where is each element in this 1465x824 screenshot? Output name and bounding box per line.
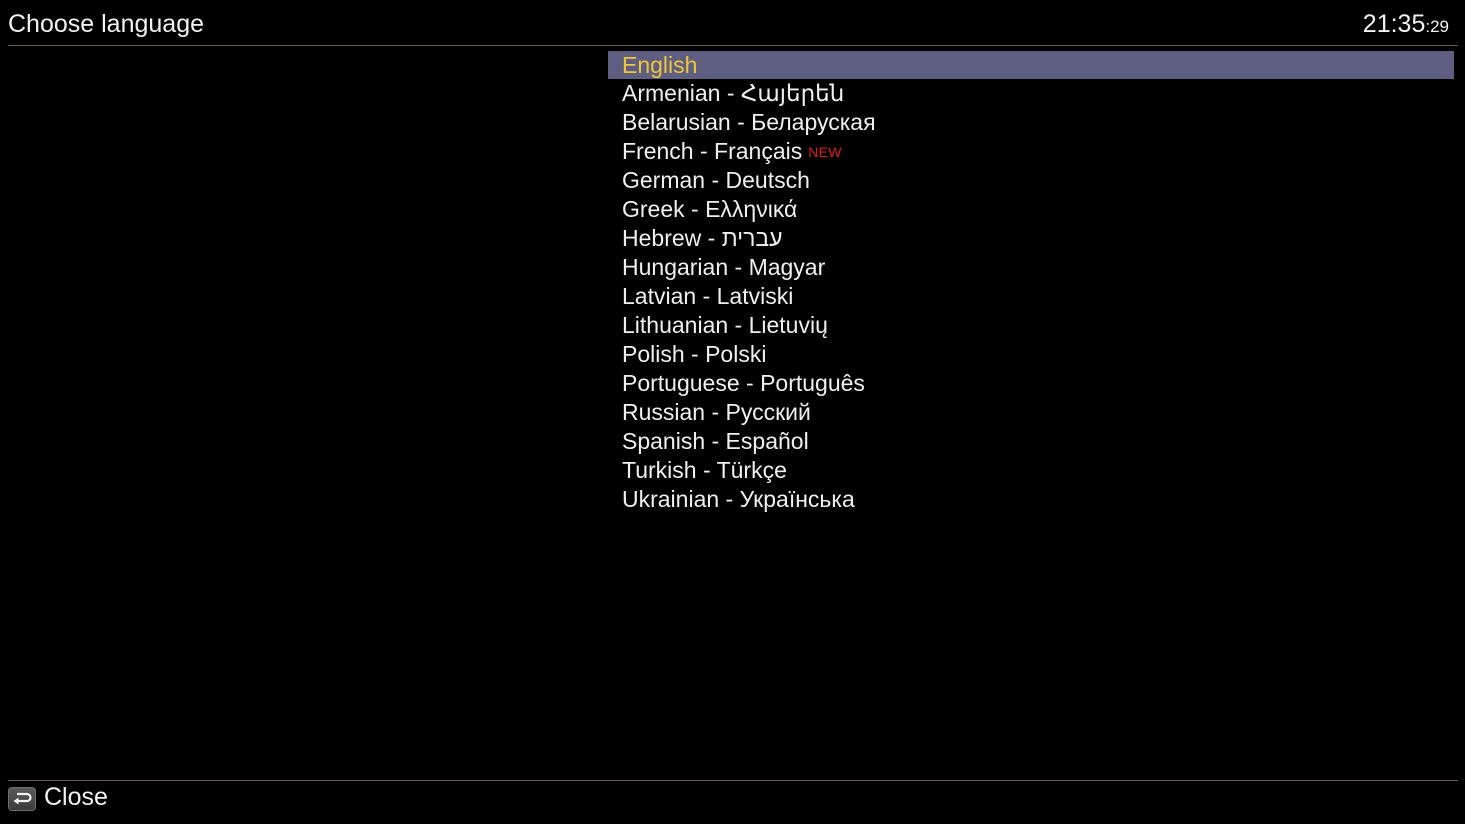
language-item-greek[interactable]: Greek - Ελληνικά: [608, 195, 1454, 224]
language-item-polish[interactable]: Polish - Polski: [608, 340, 1454, 369]
language-item-russian[interactable]: Russian - Русский: [608, 398, 1454, 427]
language-item-belarusian[interactable]: Belarusian - Беларуская: [608, 108, 1454, 137]
language-label: Lithuanian - Lietuvių: [622, 312, 828, 338]
language-label: German - Deutsch: [622, 167, 810, 193]
language-item-french[interactable]: French - Français NEW: [608, 137, 1454, 166]
language-label: Russian - Русский: [622, 399, 811, 425]
clock-hours-minutes: 21:35: [1362, 10, 1426, 38]
language-item-german[interactable]: German - Deutsch: [608, 166, 1454, 195]
back-arrow-icon: [8, 787, 36, 811]
language-label: Portuguese - Português: [622, 370, 865, 396]
language-item-portuguese[interactable]: Portuguese - Português: [608, 369, 1454, 398]
language-label: Ukrainian - Українська: [622, 486, 855, 512]
language-item-hungarian[interactable]: Hungarian - Magyar: [608, 253, 1454, 282]
language-label: Spanish - Español: [622, 428, 809, 454]
close-button[interactable]: Close: [8, 782, 108, 812]
language-item-armenian[interactable]: Armenian - Հայերեն: [608, 79, 1454, 108]
footer-divider: [8, 780, 1458, 781]
header-divider: [8, 45, 1458, 46]
page-title: Choose language: [8, 10, 204, 38]
language-label: Hungarian - Magyar: [622, 254, 826, 280]
clock: 21:35:29: [1363, 9, 1449, 42]
close-label: Close: [44, 783, 108, 811]
language-label: Turkish - Türkçe: [622, 457, 787, 483]
language-item-spanish[interactable]: Spanish - Español: [608, 427, 1454, 456]
language-item-ukrainian[interactable]: Ukrainian - Українська: [608, 485, 1454, 514]
language-label: Belarusian - Беларуская: [622, 109, 876, 135]
language-label: Hebrew - עברית: [622, 225, 783, 251]
language-label: French - Français: [622, 138, 803, 164]
header-bar: Choose language 21:35:29: [0, 0, 1465, 46]
language-item-lithuanian[interactable]: Lithuanian - Lietuvių: [608, 311, 1454, 340]
language-item-hebrew[interactable]: Hebrew - עברית: [608, 224, 1454, 253]
language-label: Polish - Polski: [622, 341, 767, 367]
language-item-turkish[interactable]: Turkish - Türkçe: [608, 456, 1454, 485]
language-item-english[interactable]: English: [608, 51, 1454, 79]
language-label: Greek - Ελληνικά: [622, 196, 798, 222]
clock-seconds: :29: [1425, 17, 1449, 36]
language-label: Latvian - Latviski: [622, 283, 794, 309]
language-item-latvian[interactable]: Latvian - Latviski: [608, 282, 1454, 311]
language-label: English: [622, 52, 698, 78]
language-list: English Armenian - Հայերեն Belarusian - …: [608, 51, 1454, 514]
language-label: Armenian - Հայերեն: [622, 80, 845, 106]
new-badge: NEW: [808, 144, 842, 161]
